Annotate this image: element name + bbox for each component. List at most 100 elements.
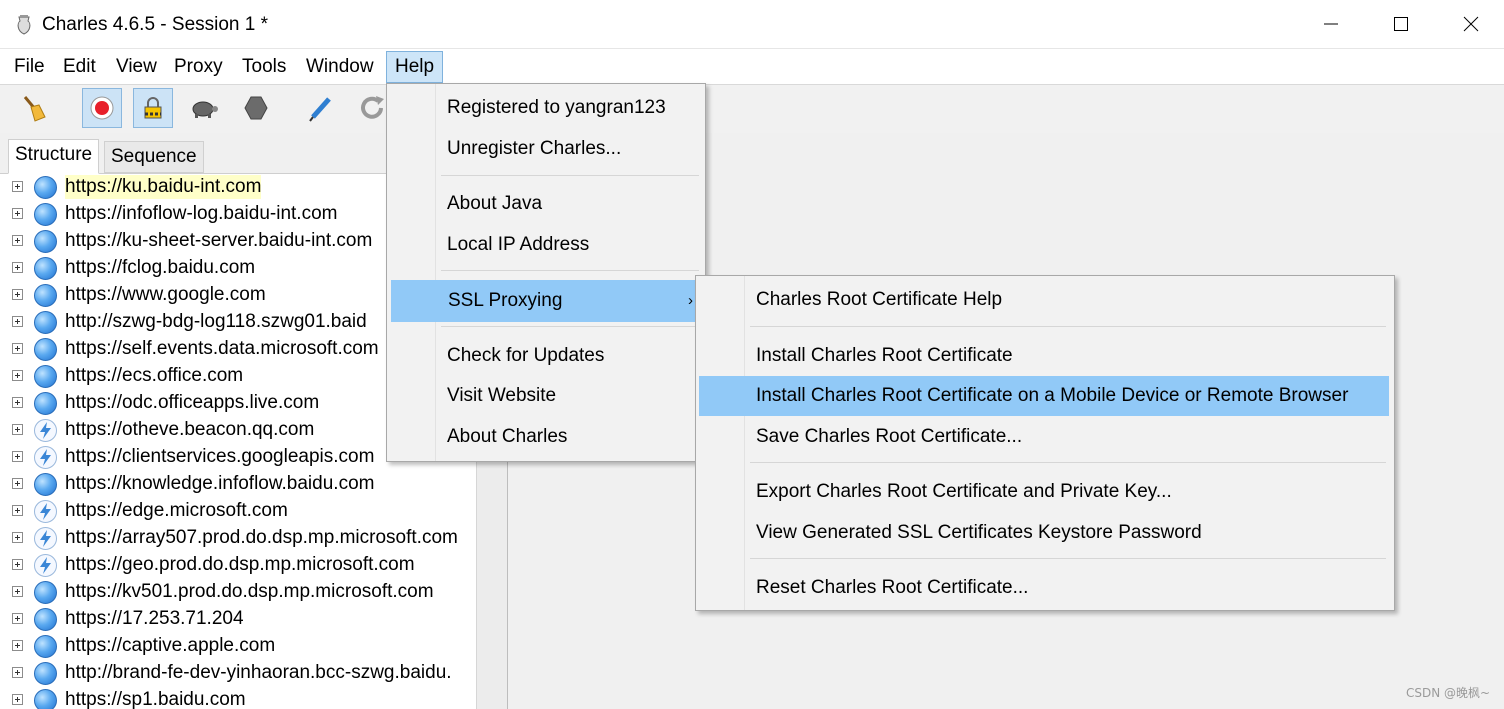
host-url: https://otheve.beacon.qq.com <box>65 419 315 440</box>
tree-row[interactable]: https://17.253.71.204 <box>0 606 476 633</box>
menu-item-ssl-proxying[interactable]: SSL Proxying › <box>391 280 701 322</box>
menu-item-view-keystore-password[interactable]: View Generated SSL Certificates Keystore… <box>699 514 1389 552</box>
tree-row[interactable]: http://brand-fe-dev-yinhaoran.bcc-szwg.b… <box>0 660 476 687</box>
menu-item-registered[interactable]: Registered to yangran123 <box>390 89 700 127</box>
tree-row[interactable]: https://array507.prod.do.dsp.mp.microsof… <box>0 525 476 552</box>
expand-plus-icon[interactable] <box>12 694 23 705</box>
expand-plus-icon[interactable] <box>12 559 23 570</box>
charles-jug-icon <box>14 14 34 36</box>
globe-icon <box>34 257 57 280</box>
host-url: https://ecs.office.com <box>65 365 244 386</box>
menu-item-about-java[interactable]: About Java <box>390 185 700 223</box>
expand-plus-icon[interactable] <box>12 316 23 327</box>
expand-plus-icon[interactable] <box>12 451 23 462</box>
expand-plus-icon[interactable] <box>12 235 23 246</box>
menu-edit[interactable]: Edit <box>55 52 104 82</box>
menu-separator <box>750 558 1386 559</box>
expand-plus-icon[interactable] <box>12 289 23 300</box>
record-icon[interactable] <box>82 88 122 128</box>
menu-separator <box>441 326 699 327</box>
globe-icon <box>34 365 57 388</box>
expand-plus-icon[interactable] <box>12 370 23 381</box>
menu-bar: File Edit View Proxy Tools Window Help <box>0 48 1504 85</box>
menu-item-install-cert-mobile[interactable]: Install Charles Root Certificate on a Mo… <box>699 376 1389 416</box>
menu-view[interactable]: View <box>108 52 165 82</box>
lightning-host-icon <box>34 419 57 442</box>
menu-window[interactable]: Window <box>298 52 382 82</box>
expand-plus-icon[interactable] <box>12 640 23 651</box>
globe-icon <box>34 581 57 604</box>
expand-plus-icon[interactable] <box>12 343 23 354</box>
expand-plus-icon[interactable] <box>12 532 23 543</box>
expand-plus-icon[interactable] <box>12 505 23 516</box>
menu-proxy[interactable]: Proxy <box>166 52 231 82</box>
expand-plus-icon[interactable] <box>12 208 23 219</box>
help-menu: Registered to yangran123 Unregister Char… <box>386 83 706 462</box>
host-url: https://odc.officeapps.live.com <box>65 392 320 413</box>
host-url: https://geo.prod.do.dsp.mp.microsoft.com <box>65 554 415 575</box>
host-url: https://self.events.data.microsoft.com <box>65 338 379 359</box>
watermark: CSDN @晚枫~ <box>1406 686 1491 700</box>
expand-plus-icon[interactable] <box>12 667 23 678</box>
globe-icon <box>34 230 57 253</box>
host-url: https://ku-sheet-server.baidu-int.com <box>65 230 373 251</box>
tab-sequence[interactable]: Sequence <box>104 141 204 173</box>
host-url: https://ku.baidu-int.com <box>65 175 262 199</box>
menu-help[interactable]: Help <box>386 51 444 83</box>
globe-icon <box>34 203 57 226</box>
lightning-host-icon <box>34 446 57 469</box>
menu-separator <box>441 175 699 176</box>
broom-icon[interactable] <box>14 88 54 128</box>
ssl-lock-icon[interactable] <box>133 88 173 128</box>
tree-row[interactable]: https://knowledge.infoflow.baidu.com <box>0 471 476 498</box>
menu-item-install-root-cert[interactable]: Install Charles Root Certificate <box>699 337 1389 375</box>
menu-item-visit-website[interactable]: Visit Website <box>390 377 700 415</box>
compose-pen-icon[interactable] <box>302 88 342 128</box>
globe-icon <box>34 284 57 307</box>
host-url: https://edge.microsoft.com <box>65 500 288 521</box>
minimize-button[interactable] <box>1296 0 1366 48</box>
tree-row[interactable]: https://sp1.baidu.com <box>0 687 476 709</box>
menu-item-check-updates[interactable]: Check for Updates <box>390 337 700 375</box>
menu-item-save-root-cert[interactable]: Save Charles Root Certificate... <box>699 418 1389 456</box>
menu-item-local-ip[interactable]: Local IP Address <box>390 226 700 264</box>
lightning-host-icon <box>34 554 57 577</box>
tab-structure[interactable]: Structure <box>8 139 100 174</box>
expand-plus-icon[interactable] <box>12 262 23 273</box>
submenu-arrow-icon: › <box>688 292 693 309</box>
menu-item-unregister[interactable]: Unregister Charles... <box>390 130 700 168</box>
tree-row[interactable]: https://captive.apple.com <box>0 633 476 660</box>
menu-item-reset-root-cert[interactable]: Reset Charles Root Certificate... <box>699 569 1389 607</box>
breakpoint-hexagon-icon[interactable] <box>236 88 276 128</box>
expand-plus-icon[interactable] <box>12 424 23 435</box>
globe-icon <box>34 176 57 199</box>
globe-icon <box>34 635 57 658</box>
menu-separator <box>750 326 1386 327</box>
menu-item-root-cert-help[interactable]: Charles Root Certificate Help <box>699 281 1389 319</box>
tree-row[interactable]: https://kv501.prod.do.dsp.mp.microsoft.c… <box>0 579 476 606</box>
title-bar: Charles 4.6.5 - Session 1 * <box>0 0 1504 48</box>
globe-icon <box>34 662 57 685</box>
close-button[interactable] <box>1436 0 1504 48</box>
toolbar <box>0 84 1504 134</box>
host-url: https://captive.apple.com <box>65 635 276 656</box>
globe-icon <box>34 311 57 334</box>
expand-plus-icon[interactable] <box>12 181 23 192</box>
tree-row[interactable]: https://geo.prod.do.dsp.mp.microsoft.com <box>0 552 476 579</box>
expand-plus-icon[interactable] <box>12 397 23 408</box>
menu-file[interactable]: File <box>6 52 53 82</box>
globe-icon <box>34 338 57 361</box>
menu-item-export-cert-key[interactable]: Export Charles Root Certificate and Priv… <box>699 473 1389 511</box>
menu-item-about-charles[interactable]: About Charles <box>390 418 700 456</box>
tree-row[interactable]: https://edge.microsoft.com <box>0 498 476 525</box>
maximize-button[interactable] <box>1366 0 1436 48</box>
ssl-proxying-submenu: Charles Root Certificate Help Install Ch… <box>695 275 1395 611</box>
expand-plus-icon[interactable] <box>12 586 23 597</box>
expand-plus-icon[interactable] <box>12 478 23 489</box>
globe-icon <box>34 608 57 631</box>
menu-tools[interactable]: Tools <box>234 52 294 82</box>
host-url: https://knowledge.infoflow.baidu.com <box>65 473 375 494</box>
throttle-turtle-icon[interactable] <box>184 88 224 128</box>
expand-plus-icon[interactable] <box>12 613 23 624</box>
host-url: http://szwg-bdg-log118.szwg01.baid <box>65 311 367 332</box>
